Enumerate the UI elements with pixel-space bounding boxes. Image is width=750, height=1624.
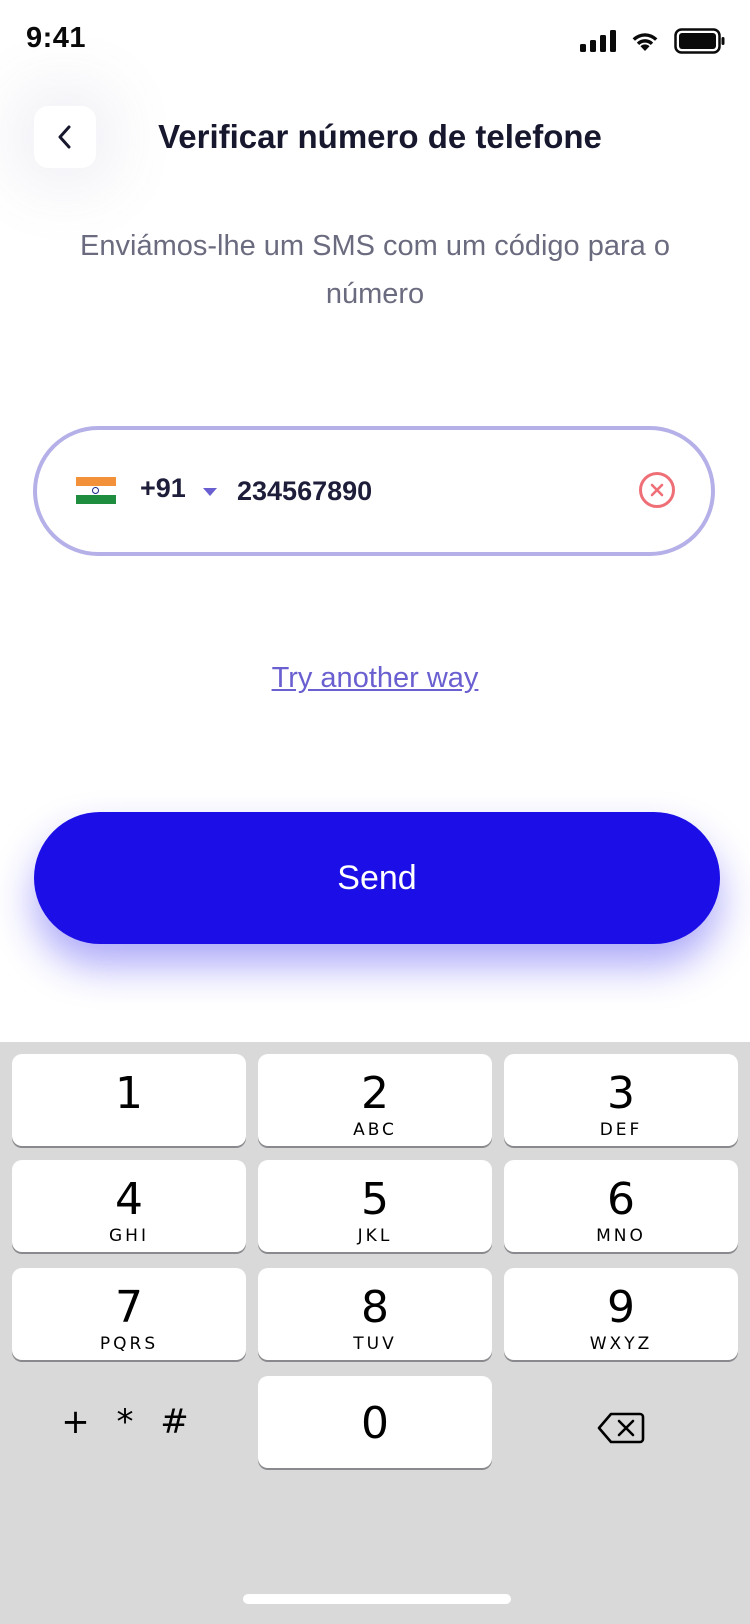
keypad-key-3[interactable]: 3 DEF	[504, 1054, 738, 1146]
key-letters: MNO	[596, 1226, 646, 1246]
keypad-key-4[interactable]: 4 GHI	[12, 1160, 246, 1252]
key-letters: PQRS	[99, 1334, 159, 1354]
key-digit: 8	[361, 1282, 389, 1333]
keypad-key-8[interactable]: 8 TUV	[258, 1268, 492, 1360]
page-title: Verificar número de telefone	[158, 118, 602, 155]
key-letters: TUV	[353, 1334, 397, 1354]
keypad-symbols-key[interactable]: + * #	[12, 1382, 246, 1474]
cellular-signal-icon	[580, 30, 616, 52]
keypad-key-6[interactable]: 6 MNO	[504, 1160, 738, 1252]
key-letters: JKL	[357, 1226, 393, 1246]
clear-input-button[interactable]	[639, 472, 675, 508]
keypad-key-2[interactable]: 2 ABC	[258, 1054, 492, 1146]
key-letters: WXYZ	[589, 1334, 653, 1354]
send-button[interactable]: Send	[34, 812, 720, 944]
key-digit: 2	[361, 1068, 389, 1119]
key-digit: 0	[361, 1398, 389, 1449]
wifi-icon	[632, 33, 658, 51]
key-letters: DEF	[599, 1120, 643, 1140]
country-code[interactable]: +91	[140, 473, 186, 504]
key-letters: ABC	[353, 1120, 397, 1140]
key-digit: 7	[115, 1282, 143, 1333]
keypad-delete-key[interactable]	[504, 1382, 738, 1474]
keypad-key-0[interactable]: 0	[258, 1376, 492, 1468]
phone-number-input[interactable]	[235, 458, 599, 524]
battery-icon	[674, 28, 725, 54]
key-digit: 6	[607, 1174, 635, 1225]
status-time: 9:41	[26, 22, 87, 54]
key-digit: 9	[607, 1282, 635, 1333]
keypad-key-5[interactable]: 5 JKL	[258, 1160, 492, 1252]
key-digit: 5	[361, 1174, 389, 1225]
try-another-way-link[interactable]: Try another way	[0, 662, 750, 695]
backspace-icon	[597, 1412, 645, 1444]
key-letters: GHI	[109, 1226, 149, 1246]
keypad-key-9[interactable]: 9 WXYZ	[504, 1268, 738, 1360]
india-flag-icon	[76, 477, 116, 504]
numeric-keypad: 1 2 ABC 3 DEF 4 GHI 5 JKL 6 MNO 7 PQRS 8…	[0, 1042, 750, 1624]
keypad-key-1[interactable]: 1	[12, 1054, 246, 1146]
caret-down-icon[interactable]	[203, 488, 217, 496]
close-icon	[650, 483, 664, 497]
subtitle: Enviámos-lhe um SMS com um código para o…	[80, 230, 670, 310]
status-bar: 9:41	[0, 0, 750, 88]
home-indicator	[243, 1594, 511, 1604]
keypad-key-7[interactable]: 7 PQRS	[12, 1268, 246, 1360]
key-digit: 1	[115, 1068, 143, 1119]
key-digit: 4	[115, 1174, 143, 1225]
key-digit: 3	[607, 1068, 635, 1119]
status-icons	[580, 28, 726, 54]
phone-number-field[interactable]: +91	[33, 426, 715, 556]
